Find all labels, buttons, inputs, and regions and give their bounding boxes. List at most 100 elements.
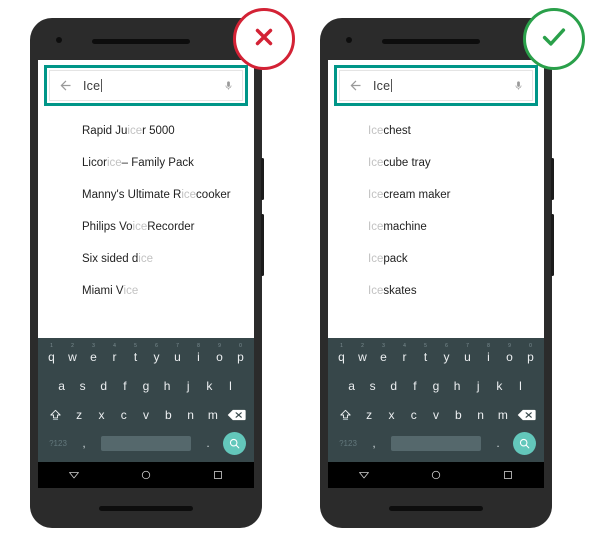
key-y[interactable]: 6y xyxy=(146,344,167,364)
key-e[interactable]: 3e xyxy=(373,344,394,364)
on-screen-keyboard[interactable]: 1q 2w 3e 4r 5t 6y 7u 8i 9o 0p a s d f g xyxy=(328,338,544,462)
key-u[interactable]: 7u xyxy=(457,344,478,364)
key-g[interactable]: g xyxy=(135,380,156,392)
key-c[interactable]: c xyxy=(113,409,135,421)
list-item[interactable]: Ice cube tray xyxy=(328,147,544,179)
period-key[interactable]: . xyxy=(197,436,219,450)
key-f[interactable]: f xyxy=(404,380,425,392)
key-l[interactable]: l xyxy=(220,380,241,392)
search-input[interactable]: Ice xyxy=(83,79,223,93)
list-item[interactable]: Miami Vice xyxy=(38,275,254,307)
list-item[interactable]: Ice skates xyxy=(328,275,544,307)
key-k[interactable]: k xyxy=(489,380,510,392)
key-g[interactable]: g xyxy=(425,380,446,392)
key-k[interactable]: k xyxy=(199,380,220,392)
key-y[interactable]: 6y xyxy=(436,344,457,364)
numeric-switch-key[interactable]: ?123 xyxy=(333,439,363,448)
arrow-back-icon[interactable] xyxy=(348,78,363,93)
volume-button[interactable] xyxy=(261,214,264,276)
period-key[interactable]: . xyxy=(487,436,509,450)
key-i[interactable]: 8i xyxy=(478,344,499,364)
key-v[interactable]: v xyxy=(135,409,157,421)
list-item[interactable]: Ice pack xyxy=(328,243,544,275)
on-screen-keyboard[interactable]: 1q 2w 3e 4r 5t 6y 7u 8i 9o 0p a s d f g xyxy=(38,338,254,462)
search-enter-key[interactable] xyxy=(509,431,539,455)
list-item[interactable]: Manny's Ultimate Rice cooker xyxy=(38,179,254,211)
back-triangle-icon[interactable] xyxy=(358,469,370,481)
search-input[interactable]: Ice xyxy=(373,79,513,93)
key-j[interactable]: j xyxy=(468,380,489,392)
key-z[interactable]: z xyxy=(358,409,380,421)
list-item[interactable]: Licor ice – Family Pack xyxy=(38,147,254,179)
microphone-icon[interactable] xyxy=(513,78,524,94)
key-h[interactable]: h xyxy=(447,380,468,392)
list-item[interactable]: Rapid Ju ice r 5000 xyxy=(38,115,254,147)
home-circle-icon[interactable] xyxy=(140,469,152,481)
comma-key[interactable]: , xyxy=(73,436,95,450)
key-i[interactable]: 8i xyxy=(188,344,209,364)
search-enter-key[interactable] xyxy=(219,431,249,455)
key-t[interactable]: 5t xyxy=(415,344,436,364)
list-item[interactable]: Ice machine xyxy=(328,211,544,243)
key-e[interactable]: 3e xyxy=(83,344,104,364)
key-w[interactable]: 2w xyxy=(352,344,373,364)
key-z[interactable]: z xyxy=(68,409,90,421)
key-r[interactable]: 4r xyxy=(394,344,415,364)
key-d[interactable]: d xyxy=(383,380,404,392)
power-button[interactable] xyxy=(551,158,554,200)
key-a[interactable]: a xyxy=(341,380,362,392)
key-a[interactable]: a xyxy=(51,380,72,392)
key-m[interactable]: m xyxy=(202,409,224,421)
key-w[interactable]: 2w xyxy=(62,344,83,364)
numeric-switch-key[interactable]: ?123 xyxy=(43,439,73,448)
key-x[interactable]: x xyxy=(90,409,112,421)
key-o[interactable]: 9o xyxy=(209,344,230,364)
list-item[interactable]: Ice chest xyxy=(328,115,544,147)
backspace-icon[interactable] xyxy=(514,408,540,421)
key-c[interactable]: c xyxy=(403,409,425,421)
key-o[interactable]: 9o xyxy=(499,344,520,364)
key-n[interactable]: n xyxy=(469,409,491,421)
recents-square-icon[interactable] xyxy=(212,469,224,481)
key-t[interactable]: 5t xyxy=(125,344,146,364)
key-l[interactable]: l xyxy=(510,380,531,392)
key-s[interactable]: s xyxy=(72,380,93,392)
list-item[interactable]: Six sided d ice xyxy=(38,243,254,275)
arrow-back-icon[interactable] xyxy=(58,78,73,93)
list-item[interactable]: Ice cream maker xyxy=(328,179,544,211)
shift-icon[interactable] xyxy=(332,408,358,422)
search-bar[interactable]: Ice xyxy=(49,70,243,101)
space-key[interactable] xyxy=(101,435,191,451)
key-n[interactable]: n xyxy=(179,409,201,421)
key-u[interactable]: 7u xyxy=(167,344,188,364)
key-p[interactable]: 0p xyxy=(520,344,541,364)
space-key[interactable] xyxy=(391,435,481,451)
key-b[interactable]: b xyxy=(157,409,179,421)
back-triangle-icon[interactable] xyxy=(68,469,80,481)
microphone-icon[interactable] xyxy=(223,78,234,94)
search-bar[interactable]: Ice xyxy=(339,70,533,101)
key-v[interactable]: v xyxy=(425,409,447,421)
shift-icon[interactable] xyxy=(42,408,68,422)
phone-top-bezel xyxy=(30,18,262,60)
key-s[interactable]: s xyxy=(362,380,383,392)
list-item[interactable]: Philips Vo ice Recorder xyxy=(38,211,254,243)
volume-button[interactable] xyxy=(551,214,554,276)
power-button[interactable] xyxy=(261,158,264,200)
key-r[interactable]: 4r xyxy=(104,344,125,364)
key-h[interactable]: h xyxy=(157,380,178,392)
comma-key[interactable]: , xyxy=(363,436,385,450)
backspace-icon[interactable] xyxy=(224,408,250,421)
recents-square-icon[interactable] xyxy=(502,469,514,481)
key-p[interactable]: 0p xyxy=(230,344,251,364)
key-m[interactable]: m xyxy=(492,409,514,421)
key-j[interactable]: j xyxy=(178,380,199,392)
key-q[interactable]: 1q xyxy=(41,344,62,364)
key-f[interactable]: f xyxy=(114,380,135,392)
key-d[interactable]: d xyxy=(93,380,114,392)
key-b[interactable]: b xyxy=(447,409,469,421)
key-hint: 1 xyxy=(50,343,53,349)
key-q[interactable]: 1q xyxy=(331,344,352,364)
home-circle-icon[interactable] xyxy=(430,469,442,481)
key-x[interactable]: x xyxy=(380,409,402,421)
